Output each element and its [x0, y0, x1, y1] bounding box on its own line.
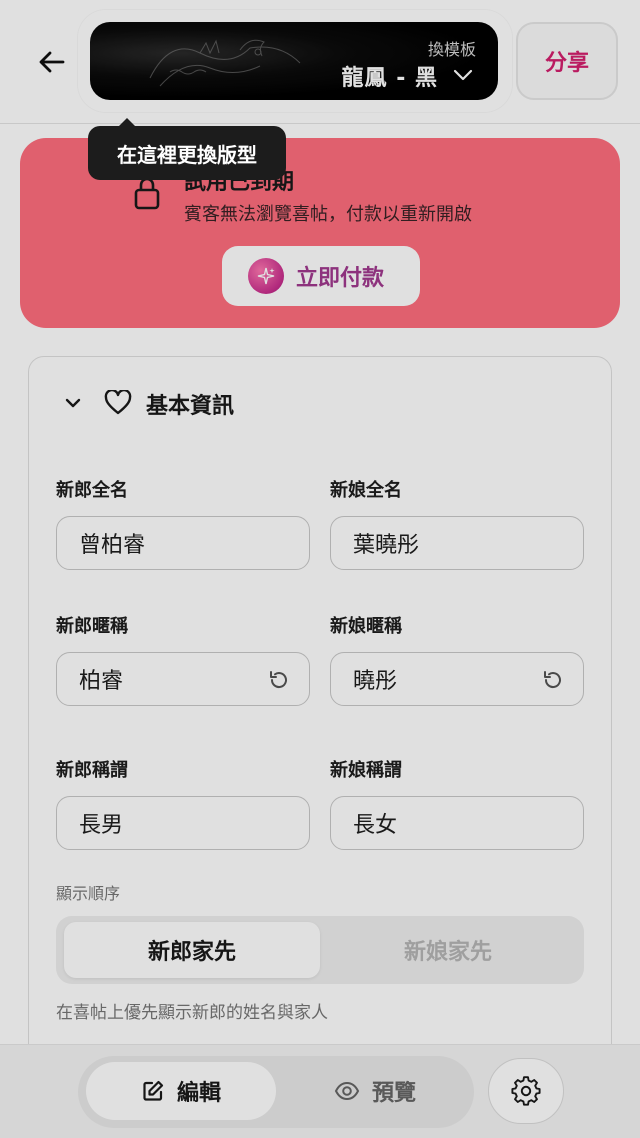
onboarding-tooltip: 在這裡更換版型	[88, 126, 286, 180]
reset-icon[interactable]	[541, 668, 565, 692]
groom-title-value: 長男	[79, 813, 124, 838]
section-title: 基本資訊	[146, 394, 235, 419]
bride-first-option[interactable]: 新娘家先	[320, 922, 576, 978]
bride-title-input[interactable]: 長女	[330, 796, 584, 850]
groom-nickname-value: 柏睿	[79, 669, 124, 694]
bride-nickname-value: 曉彤	[353, 669, 398, 694]
display-order-label: 顯示順序	[56, 884, 121, 903]
groom-title-input[interactable]: 長男	[56, 796, 310, 850]
edit-label: 編輯	[176, 1081, 221, 1106]
eye-icon	[334, 1081, 360, 1101]
groom-nickname-label: 新郎暱稱	[56, 616, 128, 637]
bride-name-value: 葉曉彤	[353, 533, 420, 558]
preview-tab[interactable]: 預覽	[282, 1062, 468, 1120]
settings-button[interactable]	[488, 1058, 564, 1124]
bride-nickname-input[interactable]: 曉彤	[330, 652, 584, 706]
edit-tab[interactable]: 編輯	[86, 1062, 276, 1120]
chevron-down-icon	[453, 69, 473, 81]
groom-title-label: 新郎稱謂	[56, 760, 128, 781]
pay-now-label: 立即付款	[296, 266, 385, 291]
groom-name-label: 新郎全名	[56, 480, 128, 501]
groom-first-option[interactable]: 新郎家先	[64, 922, 320, 978]
back-button[interactable]	[30, 40, 74, 84]
lock-icon	[134, 177, 160, 210]
reset-icon[interactable]	[267, 668, 291, 692]
edit-icon	[143, 1080, 164, 1101]
share-button[interactable]: 分享	[516, 22, 618, 100]
bride-nickname-label: 新娘暱稱	[330, 616, 402, 637]
sparkle-icon	[248, 258, 284, 294]
gear-icon	[511, 1076, 541, 1106]
banner-subtitle: 賓客無法瀏覽喜帖，付款以重新開啟	[184, 204, 472, 225]
bride-title-label: 新娘稱謂	[330, 760, 402, 781]
heart-icon	[104, 390, 132, 415]
template-name: 龍鳳 - 黑	[341, 66, 438, 91]
preview-label: 預覽	[371, 1081, 416, 1106]
bride-title-value: 長女	[353, 813, 398, 838]
groom-name-input[interactable]: 曾柏睿	[56, 516, 310, 570]
display-order-hint: 在喜帖上優先顯示新郎的姓名與家人	[56, 1003, 328, 1023]
dragon-thumbnail-icon	[149, 39, 301, 87]
bride-name-input[interactable]: 葉曉彤	[330, 516, 584, 570]
arrow-left-icon	[39, 51, 65, 73]
groom-nickname-input[interactable]: 柏睿	[56, 652, 310, 706]
chevron-down-icon[interactable]	[62, 392, 84, 414]
pay-now-button[interactable]: 立即付款	[222, 246, 420, 306]
template-caption: 換模板	[427, 40, 476, 59]
bride-name-label: 新娘全名	[330, 480, 402, 501]
template-switch-button[interactable]: 換模板 龍鳳 - 黑	[90, 22, 498, 100]
groom-name-value: 曾柏睿	[79, 533, 146, 558]
